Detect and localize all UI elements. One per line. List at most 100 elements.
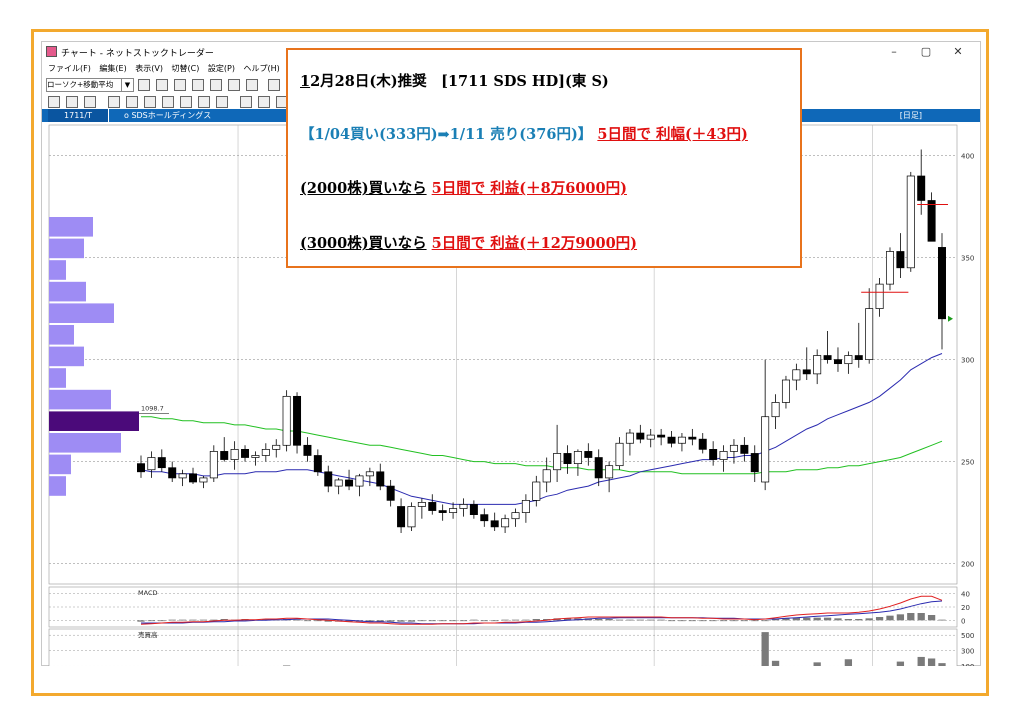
candle-body xyxy=(293,395,302,446)
volume-pane xyxy=(48,628,958,666)
candle-body xyxy=(584,451,593,458)
menu-settings[interactable]: 設定(P) xyxy=(208,62,235,76)
candle-body xyxy=(199,477,208,483)
macd-histogram-bar xyxy=(865,618,873,621)
drawing-icon[interactable] xyxy=(198,96,210,108)
candle-body xyxy=(501,518,510,528)
cross-icon[interactable] xyxy=(216,96,228,108)
print-icon[interactable] xyxy=(258,96,270,108)
menu-file[interactable]: ファイル(F) xyxy=(48,62,91,76)
menu-edit[interactable]: 編集(E) xyxy=(99,62,126,76)
macd-histogram-bar xyxy=(459,620,468,622)
callout-line-2: 【1/04買い(333円)➡1/11 売り(376円)】 5日間で 利幅(＋43… xyxy=(300,123,748,144)
macd-histogram-bar xyxy=(917,613,925,621)
candle-body xyxy=(345,479,354,487)
chart-type-select[interactable]: ローソク+移動平均 ▼ xyxy=(46,78,134,92)
move-icon[interactable] xyxy=(48,96,60,108)
macd-histogram-bar xyxy=(303,620,312,622)
macd-histogram-bar xyxy=(855,619,863,621)
macd-histogram-bar xyxy=(615,619,624,621)
macd-histogram-bar xyxy=(293,619,301,621)
macd-histogram-bar xyxy=(803,617,811,621)
chart-style-3-icon[interactable] xyxy=(174,79,186,91)
candle-body xyxy=(251,455,260,458)
volume-bar xyxy=(917,656,925,666)
candle-body xyxy=(397,506,406,528)
search-icon[interactable] xyxy=(240,96,252,108)
callout-line-1-rest: 2月28日(木)推奨 [1711 SDS HD](東 S) xyxy=(310,73,609,90)
candle-body xyxy=(407,506,416,528)
macd-histogram-bar xyxy=(667,620,676,622)
candle-body xyxy=(386,485,395,501)
volume-bar xyxy=(813,662,821,666)
macd-histogram-bar xyxy=(158,620,166,622)
chart-style-4-icon[interactable] xyxy=(192,79,204,91)
macd-histogram-bar xyxy=(740,620,748,622)
menu-switch[interactable]: 切替(C) xyxy=(172,62,200,76)
macd-histogram-bar xyxy=(178,619,187,621)
chart-style-6-icon[interactable] xyxy=(228,79,240,91)
chart-style-2-icon[interactable] xyxy=(156,79,168,91)
chart-style-5-icon[interactable] xyxy=(210,79,222,91)
candle-body xyxy=(324,471,333,487)
candle-body xyxy=(709,449,718,460)
macd-icon[interactable] xyxy=(144,96,156,108)
macd-histogram-bar xyxy=(314,620,322,622)
macd-histogram-bar xyxy=(397,620,405,622)
chevron-down-icon: ▼ xyxy=(121,79,133,91)
volume-profile-bar xyxy=(49,238,84,259)
candle-body xyxy=(833,359,842,365)
callout-2000-label: (2000株)買いなら xyxy=(300,180,427,197)
candle-body xyxy=(417,502,426,507)
price-marker-label: 1098.7 xyxy=(141,404,164,412)
symbol-name: o SDSホールディングス xyxy=(124,111,212,120)
candle-body xyxy=(844,355,853,365)
callout-line-4: (3000株)買いなら 5日間で 利益(＋12万9000円) xyxy=(300,232,637,253)
candle-body xyxy=(261,449,270,456)
macd-histogram-bar xyxy=(147,620,156,622)
candle-body xyxy=(438,510,447,513)
y-tick-label: 300 xyxy=(961,357,974,365)
macd-histogram-bar xyxy=(387,620,395,622)
candle-body xyxy=(906,175,915,269)
candle-body xyxy=(802,369,811,375)
volume-profile-bar xyxy=(49,433,121,453)
volume-profile-bar xyxy=(49,303,114,323)
callout-3000-label: (3000株)買いなら xyxy=(300,235,427,252)
callout-2000-profit: 5日間で 利益(＋8万6000円) xyxy=(431,180,627,197)
volume-profile-bar xyxy=(49,454,71,475)
chart-style-1-icon[interactable] xyxy=(138,79,150,91)
chart-style-7-icon[interactable] xyxy=(246,79,258,91)
candle-body xyxy=(615,442,624,467)
trend-icon[interactable] xyxy=(162,96,174,108)
volume-profile-bar xyxy=(49,389,111,410)
y-tick-label: 250 xyxy=(961,459,974,467)
callout-line-1-first: 1 xyxy=(300,73,311,90)
menu-view[interactable]: 表示(V) xyxy=(135,62,163,76)
bb-icon[interactable] xyxy=(126,96,138,108)
maximize-button[interactable]: ▢ xyxy=(912,43,940,61)
warning-icon[interactable] xyxy=(180,96,192,108)
volume-profile-bar xyxy=(49,325,74,345)
bar-icon[interactable] xyxy=(108,96,120,108)
zoom-range-icon[interactable] xyxy=(66,96,78,108)
macd-histogram-bar xyxy=(439,620,447,622)
candle-body xyxy=(449,508,458,513)
volume-tick-label: 100 xyxy=(961,663,974,666)
macd-histogram-bar xyxy=(511,619,520,621)
candle-body xyxy=(480,514,489,522)
menu-help[interactable]: ヘルプ(H) xyxy=(244,62,280,76)
chart-style-8-icon[interactable] xyxy=(268,79,280,91)
volume-tick-label: 300 xyxy=(961,648,974,656)
volume-label: 売買高 xyxy=(138,630,158,639)
close-button[interactable]: ✕ xyxy=(944,43,972,61)
volume-profile-bar xyxy=(49,476,66,496)
candle-body xyxy=(553,453,562,471)
y-tick-label: 200 xyxy=(961,561,974,569)
macd-histogram-bar xyxy=(532,619,540,621)
candle-body xyxy=(178,473,187,479)
period-label[interactable]: [日足] xyxy=(900,109,922,122)
indicator-icon[interactable] xyxy=(84,96,96,108)
minimize-button[interactable]: – xyxy=(880,43,908,61)
candle-body xyxy=(511,512,520,520)
